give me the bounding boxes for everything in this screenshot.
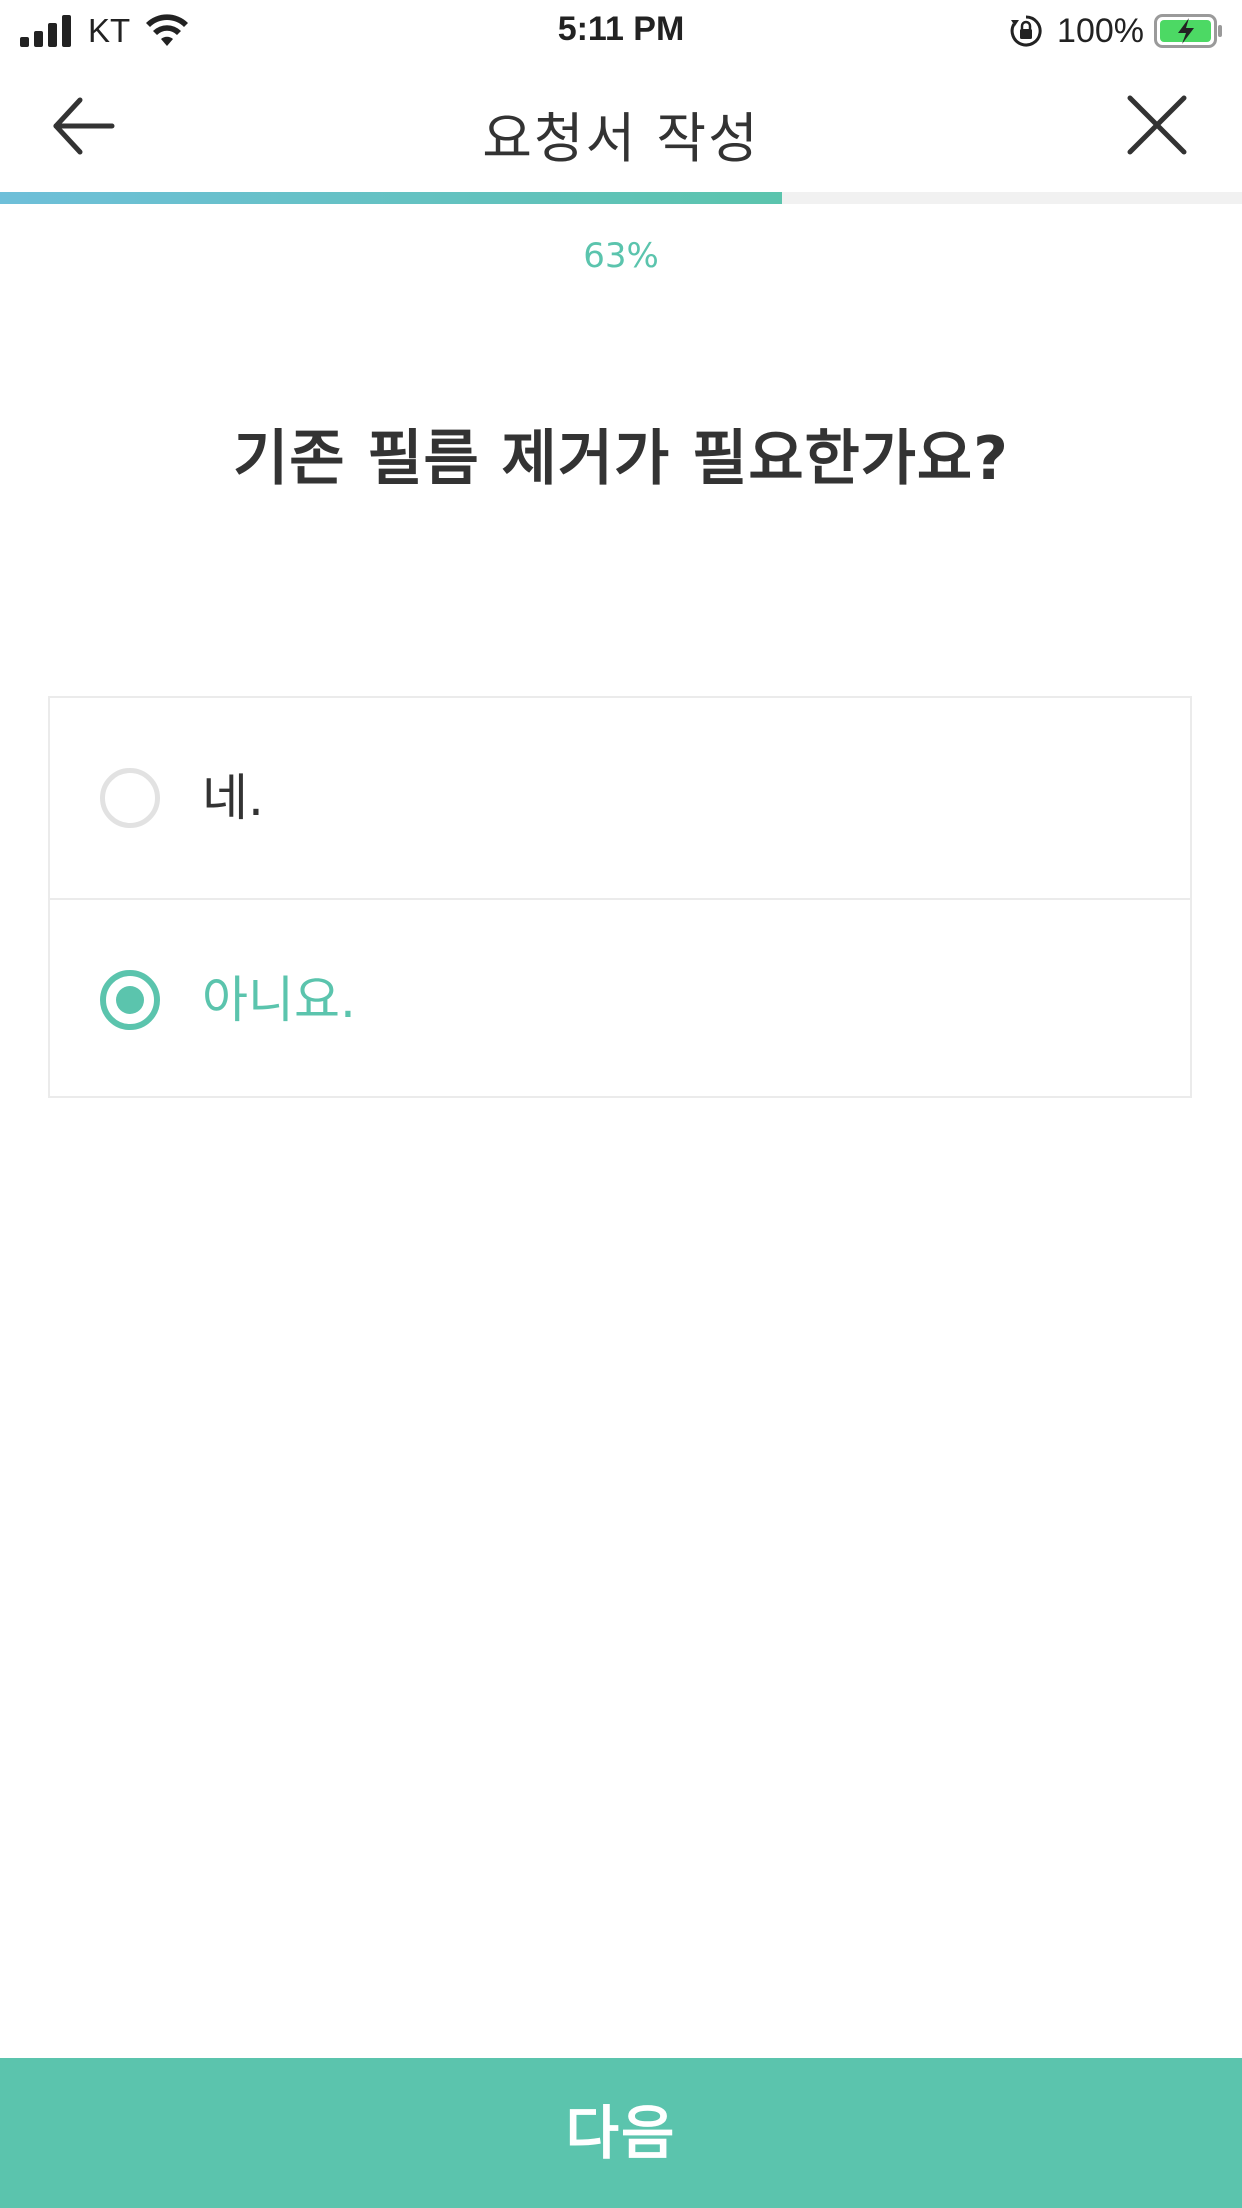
lock-rotation-icon: [1009, 14, 1043, 48]
screen: KT 5:11 PM 100% 요청서 작성 63% 기존 필름 제거가 필요한…: [0, 0, 1242, 2208]
option-yes[interactable]: 네.: [50, 698, 1190, 898]
radio-unchecked-icon[interactable]: [100, 768, 160, 828]
radio-checked-icon[interactable]: [100, 970, 160, 1030]
option-label: 아니요.: [202, 971, 356, 1029]
radio-dot: [116, 986, 144, 1014]
progress-track: [0, 192, 1242, 204]
option-label: 네.: [202, 769, 264, 827]
question-title: 기존 필름 제거가 필요한가요?: [233, 424, 1009, 494]
page-title: 요청서 작성: [482, 107, 760, 170]
next-button[interactable]: 다음: [0, 2058, 1242, 2208]
nav-header: 요청서 작성: [0, 62, 1242, 190]
close-button[interactable]: [1122, 92, 1192, 158]
progress-percent-text: 63%: [583, 236, 659, 276]
status-right: 100%: [1009, 10, 1224, 52]
progress-fill: [0, 192, 783, 204]
battery-percent: 100%: [1057, 11, 1144, 50]
status-bar: KT 5:11 PM 100%: [0, 0, 1242, 62]
option-no[interactable]: 아니요.: [50, 898, 1190, 1098]
battery-charging-icon: [1154, 14, 1224, 48]
close-icon: [1127, 95, 1187, 155]
options-list: 네. 아니요.: [48, 696, 1192, 1098]
